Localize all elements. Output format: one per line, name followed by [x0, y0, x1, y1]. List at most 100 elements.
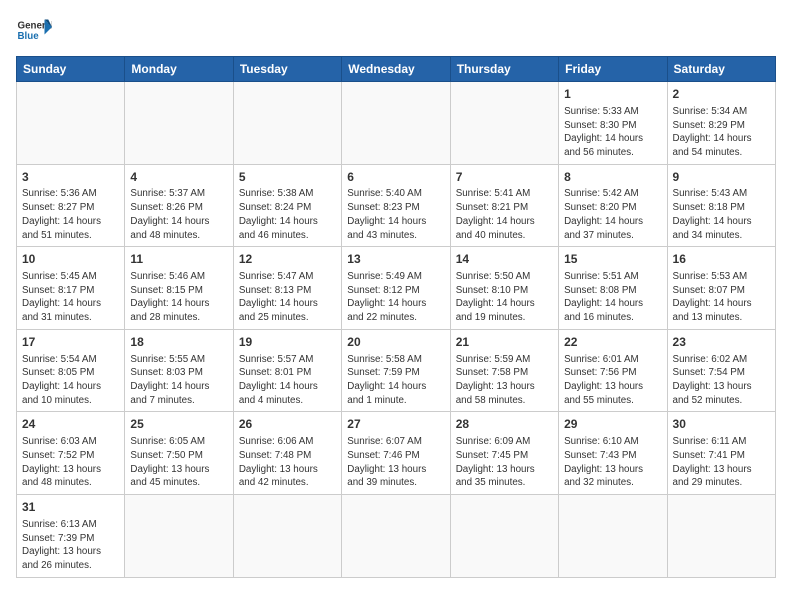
calendar-cell — [342, 495, 450, 578]
calendar-cell — [450, 495, 558, 578]
day-info: Sunrise: 5:46 AM Sunset: 8:15 PM Dayligh… — [130, 270, 227, 325]
calendar-cell: 28Sunrise: 6:09 AM Sunset: 7:45 PM Dayli… — [450, 412, 558, 495]
calendar-cell: 7Sunrise: 5:41 AM Sunset: 8:21 PM Daylig… — [450, 164, 558, 247]
day-number: 11 — [130, 251, 227, 268]
day-number: 8 — [564, 169, 661, 186]
day-number: 17 — [22, 334, 119, 351]
calendar-cell: 29 Sunrise: 6:10 AM Sunset: 7:43 PM Dayli… — [559, 412, 667, 495]
day-number: 6 — [347, 169, 444, 186]
day-info: Sunrise: 5:54 AM Sunset: 8:05 PM Dayligh… — [22, 353, 119, 408]
weekday-header-saturday: Saturday — [667, 57, 775, 82]
day-info: Sunrise: 6:05 AM Sunset: 7:50 PM Dayligh… — [130, 435, 227, 490]
logo-icon: General Blue — [16, 12, 52, 48]
calendar-week-5: 24Sunrise: 6:03 AM Sunset: 7:52 PM Dayli… — [17, 412, 776, 495]
day-info: Sunrise: 5:38 AM Sunset: 8:24 PM Dayligh… — [239, 187, 336, 242]
day-info: Sunrise: 6:07 AM Sunset: 7:46 PM Dayligh… — [347, 435, 444, 490]
calendar-cell: 22Sunrise: 6:01 AM Sunset: 7:56 PM Dayli… — [559, 329, 667, 412]
day-number: 5 — [239, 169, 336, 186]
calendar-table: SundayMondayTuesdayWednesdayThursdayFrid… — [16, 56, 776, 578]
day-number: 15 — [564, 251, 661, 268]
calendar-cell: 30Sunrise: 6:11 AM Sunset: 7:41 PM Dayli… — [667, 412, 775, 495]
day-number: 24 — [22, 416, 119, 433]
calendar-cell: 25 Sunrise: 6:05 AM Sunset: 7:50 PM Dayli… — [125, 412, 233, 495]
weekday-header-thursday: Thursday — [450, 57, 558, 82]
logo: General Blue — [16, 12, 52, 48]
day-info: Sunrise: 5:45 AM Sunset: 8:17 PM Dayligh… — [22, 270, 119, 325]
calendar-cell: 15Sunrise: 5:51 AM Sunset: 8:08 PM Dayli… — [559, 247, 667, 330]
calendar-cell: 2Sunrise: 5:34 AM Sunset: 8:29 PM Daylig… — [667, 82, 775, 165]
day-info: Sunrise: 5:55 AM Sunset: 8:03 PM Dayligh… — [130, 353, 227, 408]
day-number: 10 — [22, 251, 119, 268]
day-number: 12 — [239, 251, 336, 268]
calendar-cell: 14Sunrise: 5:50 AM Sunset: 8:10 PM Dayli… — [450, 247, 558, 330]
weekday-header-row: SundayMondayTuesdayWednesdayThursdayFrid… — [17, 57, 776, 82]
day-number: 21 — [456, 334, 553, 351]
calendar-cell: 4Sunrise: 5:37 AM Sunset: 8:26 PM Daylig… — [125, 164, 233, 247]
day-number: 7 — [456, 169, 553, 186]
day-info: Sunrise: 5:49 AM Sunset: 8:12 PM Dayligh… — [347, 270, 444, 325]
calendar-cell: 13 Sunrise: 5:49 AM Sunset: 8:12 PM Dayli… — [342, 247, 450, 330]
calendar-cell: 12 Sunrise: 5:47 AM Sunset: 8:13 PM Dayli… — [233, 247, 341, 330]
day-number: 25 — [130, 416, 227, 433]
calendar-week-6: 31 Sunrise: 6:13 AM Sunset: 7:39 PM Dayli… — [17, 495, 776, 578]
day-info: Sunrise: 5:33 AM Sunset: 8:30 PM Dayligh… — [564, 105, 661, 160]
calendar-cell — [450, 82, 558, 165]
calendar-cell: 11 Sunrise: 5:46 AM Sunset: 8:15 PM Dayli… — [125, 247, 233, 330]
calendar-cell — [233, 82, 341, 165]
day-info: Sunrise: 6:10 AM Sunset: 7:43 PM Dayligh… — [564, 435, 661, 490]
day-info: Sunrise: 6:02 AM Sunset: 7:54 PM Dayligh… — [673, 353, 770, 408]
day-number: 31 — [22, 499, 119, 516]
day-info: Sunrise: 5:34 AM Sunset: 8:29 PM Dayligh… — [673, 105, 770, 160]
day-info: Sunrise: 6:13 AM Sunset: 7:39 PM Dayligh… — [22, 518, 119, 573]
day-info: Sunrise: 6:09 AM Sunset: 7:45 PM Dayligh… — [456, 435, 553, 490]
day-number: 13 — [347, 251, 444, 268]
calendar-cell: 27 Sunrise: 6:07 AM Sunset: 7:46 PM Dayli… — [342, 412, 450, 495]
calendar-week-2: 3Sunrise: 5:36 AM Sunset: 8:27 PM Daylig… — [17, 164, 776, 247]
day-info: Sunrise: 5:42 AM Sunset: 8:20 PM Dayligh… — [564, 187, 661, 242]
calendar-cell: 26Sunrise: 6:06 AM Sunset: 7:48 PM Dayli… — [233, 412, 341, 495]
day-number: 29 — [564, 416, 661, 433]
calendar-cell — [125, 82, 233, 165]
weekday-header-friday: Friday — [559, 57, 667, 82]
day-number: 16 — [673, 251, 770, 268]
calendar-cell: 21Sunrise: 5:59 AM Sunset: 7:58 PM Dayli… — [450, 329, 558, 412]
day-info: Sunrise: 5:57 AM Sunset: 8:01 PM Dayligh… — [239, 353, 336, 408]
calendar-week-1: 1 Sunrise: 5:33 AM Sunset: 8:30 PM Daylig… — [17, 82, 776, 165]
day-number: 4 — [130, 169, 227, 186]
calendar-cell: 19 Sunrise: 5:57 AM Sunset: 8:01 PM Dayli… — [233, 329, 341, 412]
day-number: 22 — [564, 334, 661, 351]
calendar-cell: 6Sunrise: 5:40 AM Sunset: 8:23 PM Daylig… — [342, 164, 450, 247]
day-info: Sunrise: 5:47 AM Sunset: 8:13 PM Dayligh… — [239, 270, 336, 325]
calendar-cell — [667, 495, 775, 578]
calendar-cell: 10 Sunrise: 5:45 AM Sunset: 8:17 PM Dayli… — [17, 247, 125, 330]
calendar-cell — [559, 495, 667, 578]
day-info: Sunrise: 6:11 AM Sunset: 7:41 PM Dayligh… — [673, 435, 770, 490]
calendar-cell: 1 Sunrise: 5:33 AM Sunset: 8:30 PM Daylig… — [559, 82, 667, 165]
day-info: Sunrise: 5:50 AM Sunset: 8:10 PM Dayligh… — [456, 270, 553, 325]
calendar-week-3: 10 Sunrise: 5:45 AM Sunset: 8:17 PM Dayli… — [17, 247, 776, 330]
day-info: Sunrise: 5:41 AM Sunset: 8:21 PM Dayligh… — [456, 187, 553, 242]
calendar-cell: 18 Sunrise: 5:55 AM Sunset: 8:03 PM Dayli… — [125, 329, 233, 412]
day-info: Sunrise: 5:40 AM Sunset: 8:23 PM Dayligh… — [347, 187, 444, 242]
calendar-cell: 31 Sunrise: 6:13 AM Sunset: 7:39 PM Dayli… — [17, 495, 125, 578]
day-number: 19 — [239, 334, 336, 351]
calendar-cell: 8Sunrise: 5:42 AM Sunset: 8:20 PM Daylig… — [559, 164, 667, 247]
day-number: 1 — [564, 86, 661, 103]
day-number: 23 — [673, 334, 770, 351]
day-number: 20 — [347, 334, 444, 351]
svg-text:Blue: Blue — [18, 31, 40, 42]
day-info: Sunrise: 5:58 AM Sunset: 7:59 PM Dayligh… — [347, 353, 444, 408]
calendar-week-4: 17 Sunrise: 5:54 AM Sunset: 8:05 PM Dayli… — [17, 329, 776, 412]
calendar-cell: 9Sunrise: 5:43 AM Sunset: 8:18 PM Daylig… — [667, 164, 775, 247]
calendar-cell — [125, 495, 233, 578]
weekday-header-wednesday: Wednesday — [342, 57, 450, 82]
day-number: 3 — [22, 169, 119, 186]
day-info: Sunrise: 6:06 AM Sunset: 7:48 PM Dayligh… — [239, 435, 336, 490]
day-number: 27 — [347, 416, 444, 433]
calendar-cell: 23 Sunrise: 6:02 AM Sunset: 7:54 PM Dayli… — [667, 329, 775, 412]
calendar-cell: 16Sunrise: 5:53 AM Sunset: 8:07 PM Dayli… — [667, 247, 775, 330]
day-info: Sunrise: 5:36 AM Sunset: 8:27 PM Dayligh… — [22, 187, 119, 242]
weekday-header-sunday: Sunday — [17, 57, 125, 82]
calendar-page: General Blue SundayMondayTuesdayWednesda… — [0, 0, 792, 612]
day-number: 18 — [130, 334, 227, 351]
